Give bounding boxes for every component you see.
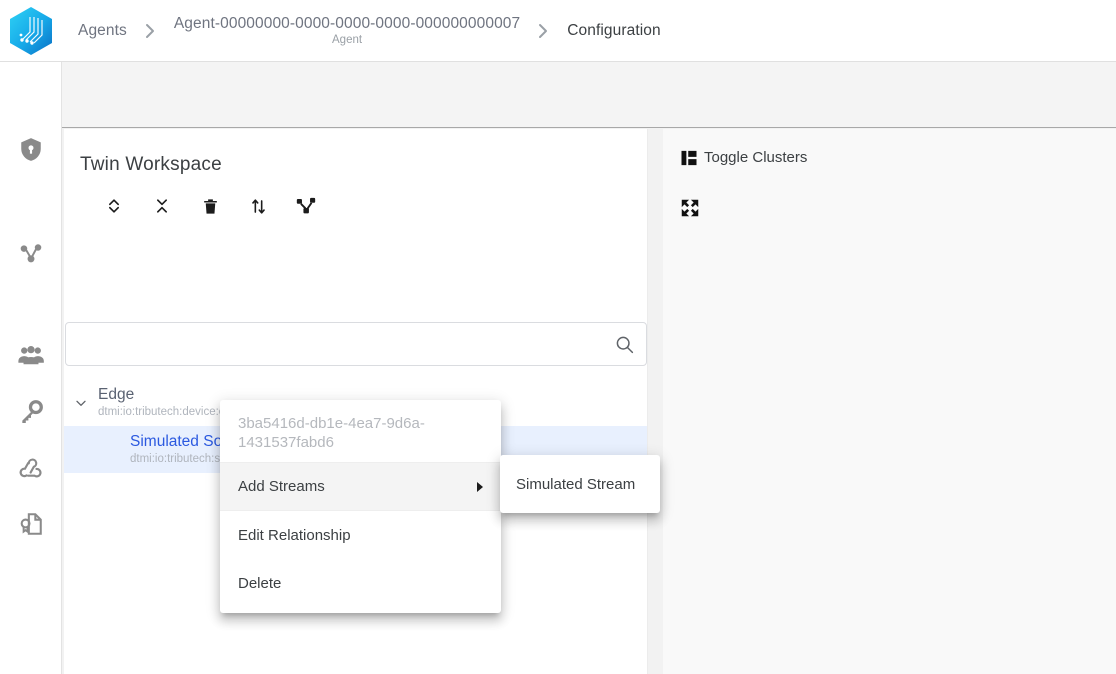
app-logo[interactable]: [0, 0, 62, 62]
search-button[interactable]: [602, 323, 646, 365]
page-toolbar-band: [62, 62, 1116, 128]
search-input[interactable]: [66, 323, 602, 365]
collapse-all-button[interactable]: [138, 186, 186, 226]
sidebar-item-users[interactable]: [0, 333, 62, 377]
webhook-icon: [19, 458, 42, 477]
chevron-down-icon[interactable]: [64, 395, 98, 411]
context-menu-item-delete[interactable]: Delete: [220, 559, 501, 607]
left-icon-rail: [0, 62, 62, 674]
chevron-right-icon: [145, 23, 156, 39]
certificate-document-icon: [20, 513, 42, 535]
breadcrumb-item-configuration[interactable]: Configuration: [567, 22, 661, 40]
breadcrumb-label: Configuration: [567, 21, 661, 39]
app-root: Agents Agent-00000000-0000-0000-0000-000…: [0, 0, 1116, 674]
context-menu-item-add-streams[interactable]: Add Streams: [220, 463, 501, 511]
sidebar-item-keys[interactable]: [0, 390, 62, 434]
sidebar-item-certificates[interactable]: [0, 502, 62, 546]
breadcrumb-item-agents[interactable]: Agents: [78, 22, 127, 40]
expand-all-button[interactable]: [90, 186, 138, 226]
sort-button[interactable]: [234, 186, 282, 226]
share-nodes-icon: [296, 197, 316, 214]
context-submenu-item-label: Simulated Stream: [516, 475, 636, 493]
twin-workspace-toolbar: [90, 186, 330, 226]
graph-canvas[interactable]: Sources Edge dtmi:io:tributech:device:ed…: [663, 129, 1116, 674]
context-menu-item-edit-relationship[interactable]: Edit Relationship: [220, 511, 501, 559]
sort-arrows-icon: [251, 198, 265, 214]
context-menu-item-label: Add Streams: [238, 478, 325, 495]
context-menu: 3ba5416d-db1e-4ea7-9d6a-1431537fabd6 Add…: [220, 400, 501, 613]
top-header: Agents Agent-00000000-0000-0000-0000-000…: [0, 0, 1116, 62]
graph-panel: Toggle Clusters Sources Edge: [663, 129, 1116, 674]
sidebar-item-webhooks[interactable]: [0, 446, 62, 490]
chevron-right-icon: [538, 23, 549, 39]
shield-lock-icon: [21, 138, 41, 161]
page-title: Twin Workspace: [80, 154, 222, 175]
breadcrumb-item-agent-id[interactable]: Agent-00000000-0000-0000-0000-0000000000…: [174, 15, 520, 46]
key-icon: [22, 400, 43, 424]
context-submenu-item-simulated-stream[interactable]: Simulated Stream: [500, 455, 660, 513]
context-menu-item-label: Edit Relationship: [238, 526, 351, 544]
people-group-icon: [18, 346, 44, 365]
context-menu-item-label: Delete: [238, 574, 282, 592]
breadcrumb-label: Agents: [78, 21, 127, 39]
context-submenu: Simulated Stream: [500, 455, 660, 513]
submenu-arrow-icon: [477, 481, 483, 492]
chevrons-expand-icon: [109, 199, 119, 213]
delete-button[interactable]: [186, 186, 234, 226]
search-box[interactable]: [65, 322, 647, 366]
sidebar-item-topology[interactable]: [0, 232, 62, 276]
breadcrumb-sublabel: Agent: [332, 34, 363, 46]
chevrons-collapse-icon: [157, 199, 167, 213]
search-icon: [616, 336, 633, 353]
breadcrumb: Agents Agent-00000000-0000-0000-0000-000…: [62, 0, 661, 62]
sidebar-item-security[interactable]: [0, 128, 62, 172]
context-menu-header-id: 3ba5416d-db1e-4ea7-9d6a-1431537fabd6: [220, 400, 501, 463]
breadcrumb-label: Agent-00000000-0000-0000-0000-0000000000…: [173, 15, 521, 32]
graph-view-button[interactable]: [282, 186, 330, 226]
share-nodes-icon: [20, 244, 42, 263]
tributech-hexagon-logo: [10, 6, 52, 55]
trash-icon: [203, 198, 217, 214]
